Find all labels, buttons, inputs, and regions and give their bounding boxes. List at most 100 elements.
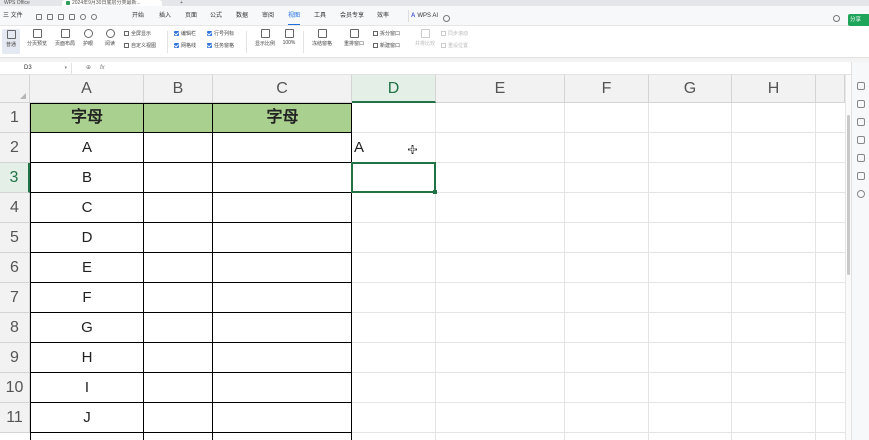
print-icon[interactable] bbox=[58, 14, 64, 20]
cell-a10[interactable]: I bbox=[30, 373, 144, 403]
row-header-10[interactable]: 10 bbox=[0, 373, 30, 403]
menu-tools[interactable]: 工具 bbox=[314, 10, 326, 22]
col-header-g[interactable]: G bbox=[649, 75, 732, 103]
menu-member[interactable]: 会员专享 bbox=[340, 10, 364, 22]
zoom-search-icon[interactable]: ⊕ bbox=[86, 63, 91, 74]
export-icon[interactable] bbox=[47, 14, 53, 20]
select-all-corner[interactable] bbox=[0, 75, 30, 103]
gridlines-checkbox[interactable]: 网格线 bbox=[174, 42, 196, 50]
cell-a4[interactable]: C bbox=[30, 193, 144, 223]
style-icon[interactable] bbox=[857, 100, 865, 108]
zoom-icon bbox=[260, 29, 270, 38]
zoom-100-button[interactable]: 100% bbox=[280, 29, 298, 46]
menu-page[interactable]: 页面 bbox=[185, 10, 197, 22]
chevron-down-icon: ▾ bbox=[64, 65, 67, 71]
row-header-1[interactable]: 1 bbox=[0, 103, 30, 133]
normal-view-button[interactable]: 普通 bbox=[2, 29, 20, 54]
menu-formula[interactable]: 公式 bbox=[210, 10, 222, 22]
reset-position-button[interactable]: 重设位置 bbox=[441, 42, 468, 50]
page-break-preview-button[interactable]: 分页预览 bbox=[24, 29, 50, 47]
gridline bbox=[815, 103, 816, 440]
col-header-d[interactable]: D bbox=[352, 75, 436, 103]
col-header-a[interactable]: A bbox=[30, 75, 144, 103]
layers-icon[interactable] bbox=[857, 136, 865, 144]
wps-ai-button[interactable]: A WPS AI bbox=[408, 10, 438, 22]
button-label: 分页预览 bbox=[26, 41, 47, 47]
file-menu[interactable]: 三 文件 bbox=[3, 10, 23, 22]
sync-scroll-button[interactable]: 同步滚动 bbox=[441, 30, 468, 38]
edit-bar-checkbox[interactable]: 编辑栏 bbox=[174, 30, 196, 38]
menu-data[interactable]: 数据 bbox=[236, 10, 248, 22]
row-header-6[interactable]: 6 bbox=[0, 253, 30, 283]
new-window-button[interactable]: 新建窗口 bbox=[373, 42, 400, 50]
reading-mode-button[interactable]: 阅读 bbox=[100, 29, 120, 47]
selected-cell-d3[interactable] bbox=[351, 162, 436, 193]
col-header-b[interactable]: B bbox=[144, 75, 213, 103]
row-header-7[interactable]: 7 bbox=[0, 283, 30, 313]
cell-a6[interactable]: E bbox=[30, 253, 144, 283]
col-header-c[interactable]: C bbox=[213, 75, 352, 103]
cloud-icon[interactable] bbox=[833, 15, 840, 22]
cell-a1[interactable]: 字母 bbox=[30, 103, 144, 133]
col-header-h[interactable]: H bbox=[732, 75, 816, 103]
cell-a8[interactable]: G bbox=[30, 313, 144, 343]
cell-a5[interactable]: D bbox=[30, 223, 144, 253]
side-by-side-button[interactable]: 并排比较 bbox=[410, 29, 440, 47]
cell-d2[interactable]: A bbox=[354, 133, 434, 163]
more-chevron-icon[interactable] bbox=[102, 14, 108, 20]
cell-a2[interactable]: A bbox=[30, 133, 144, 163]
custom-view-button[interactable]: 自定义视图 bbox=[124, 42, 156, 50]
bookmark-icon[interactable] bbox=[857, 172, 865, 180]
row-header-8[interactable]: 8 bbox=[0, 313, 30, 343]
function-icon[interactable]: fx bbox=[100, 63, 105, 74]
share-button[interactable]: 分享 bbox=[848, 14, 869, 26]
help-icon[interactable] bbox=[857, 190, 865, 198]
button-label: 冻结窗格 bbox=[311, 41, 332, 47]
zoom-button[interactable]: 显示比例 bbox=[252, 29, 278, 47]
menu-review[interactable]: 审阅 bbox=[262, 10, 274, 22]
menu-efficiency[interactable]: 效率 bbox=[377, 10, 389, 22]
col-header-e[interactable]: E bbox=[436, 75, 565, 103]
save-icon[interactable] bbox=[36, 14, 42, 20]
split-window-button[interactable]: 拆分窗口 bbox=[373, 30, 400, 38]
cell-a9[interactable]: H bbox=[30, 343, 144, 373]
row-header-2[interactable]: 2 bbox=[0, 133, 30, 163]
pointer-icon[interactable] bbox=[857, 82, 865, 90]
row-header-5[interactable]: 5 bbox=[0, 223, 30, 253]
menu-insert[interactable]: 插入 bbox=[159, 10, 171, 22]
redo-icon[interactable] bbox=[91, 14, 97, 20]
menu-home[interactable]: 开始 bbox=[132, 10, 144, 22]
fullscreen-button[interactable]: 全屏显示 bbox=[124, 30, 151, 38]
undo-icon[interactable] bbox=[80, 14, 86, 20]
row-header-4[interactable]: 4 bbox=[0, 193, 30, 223]
cell-a7[interactable]: F bbox=[30, 283, 144, 313]
button-label: 重设位置 bbox=[448, 43, 469, 49]
task-pane-checkbox[interactable]: 任务窗格 bbox=[207, 42, 234, 50]
page-layout-button[interactable]: 页面布局 bbox=[52, 29, 78, 47]
row-header-9[interactable]: 9 bbox=[0, 343, 30, 373]
table-border bbox=[212, 103, 213, 440]
button-label: 全屏显示 bbox=[131, 31, 152, 37]
freeze-panes-button[interactable]: 冻结窗格 bbox=[307, 29, 337, 47]
checkbox-checked-icon bbox=[174, 31, 179, 37]
print-preview-icon[interactable] bbox=[69, 14, 75, 20]
row-header-3[interactable]: 3 bbox=[0, 163, 30, 193]
headings-checkbox[interactable]: 行号列标 bbox=[207, 30, 234, 38]
name-box[interactable]: D3 ▾ bbox=[2, 63, 72, 74]
menu-bar: 三 文件 开始 插入 页面 公式 数据 审阅 视图 工具 会员专享 效率 A WP… bbox=[0, 6, 869, 26]
settings-icon[interactable] bbox=[857, 154, 865, 162]
cell-a3[interactable]: B bbox=[30, 163, 144, 193]
fill-handle[interactable] bbox=[433, 190, 437, 194]
menu-view[interactable]: 视图 bbox=[288, 10, 301, 25]
arrange-windows-button[interactable]: 重排窗口 bbox=[339, 29, 369, 47]
col-header-f[interactable]: F bbox=[565, 75, 649, 103]
eye-protect-button[interactable]: 护眼 bbox=[80, 29, 96, 47]
shape-icon[interactable] bbox=[857, 118, 865, 126]
cell-b1[interactable] bbox=[144, 103, 213, 133]
cell-a11[interactable]: J bbox=[30, 403, 144, 433]
scrollbar-thumb[interactable] bbox=[847, 115, 850, 275]
search-icon[interactable] bbox=[443, 15, 450, 22]
cell-c1[interactable]: 字母 bbox=[213, 103, 352, 133]
row-header-11[interactable]: 11 bbox=[0, 403, 30, 433]
gridline bbox=[435, 103, 436, 440]
